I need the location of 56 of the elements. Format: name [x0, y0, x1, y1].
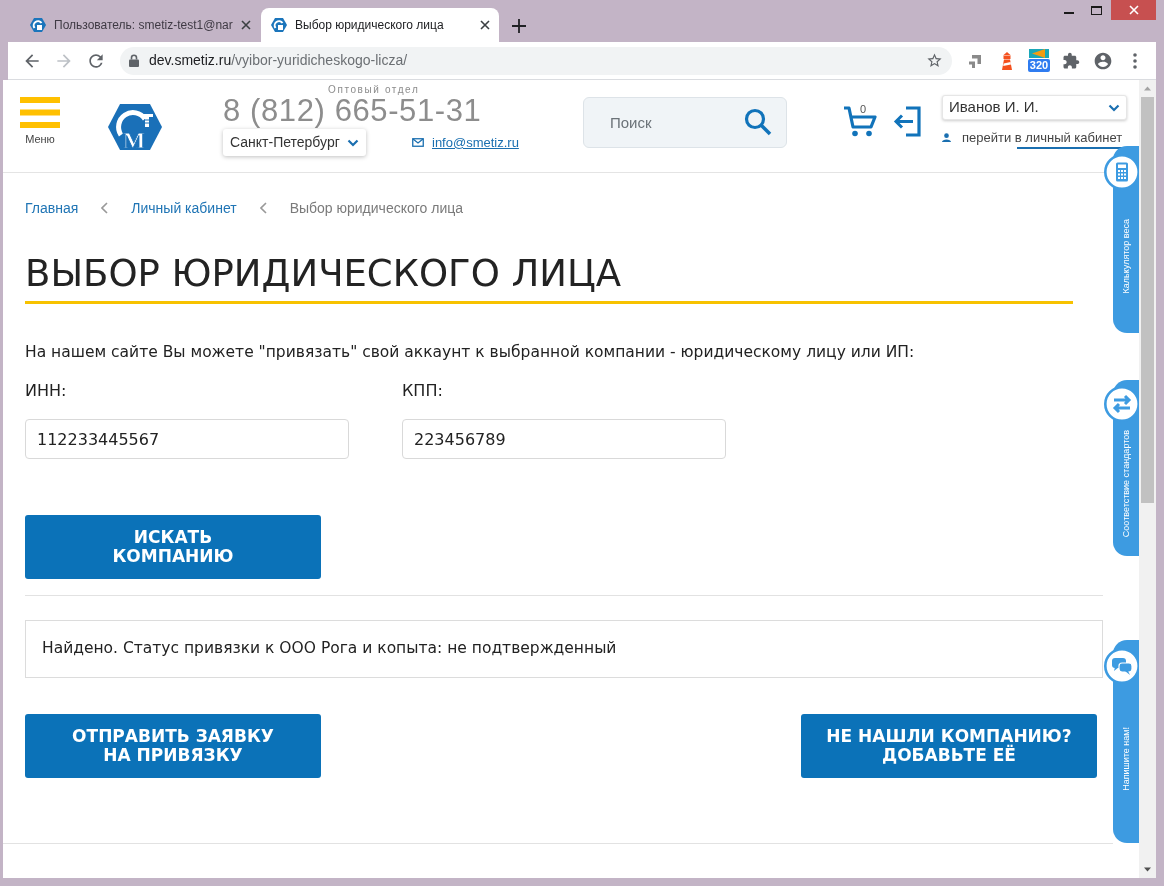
input-field[interactable]: 112233445567 — [25, 419, 349, 459]
chevron-down-icon — [347, 138, 359, 147]
chevron-left-icon — [101, 202, 109, 214]
address-bar[interactable]: dev.smetiz.ru/vyibor-yuridicheskogo-licza/ — [120, 46, 952, 75]
intro-text: На нашем сайте Вы можете "привязать" свой аккаунт к выбранной компании - юридическому лицу или ИП: — [25, 342, 915, 363]
lighthouse-icon[interactable] — [1000, 51, 1014, 70]
chat-icon[interactable] — [1104, 648, 1139, 684]
puzzle-icon[interactable] — [1062, 51, 1080, 70]
scrollbar-thumb[interactable] — [1141, 97, 1154, 503]
close-icon[interactable] — [480, 20, 490, 30]
breadcrumb-link[interactable]: Личный кабинет — [131, 200, 237, 216]
logo-icon — [30, 17, 46, 33]
page-title: ВЫБОР ЮРИДИЧЕСКОГО ЛИЦА — [25, 254, 622, 294]
menu-button[interactable]: Меню — [19, 97, 61, 146]
maximize-icon[interactable] — [1091, 6, 1102, 15]
input-field[interactable]: 223456789 — [402, 419, 726, 459]
search-field[interactable]: Поиск — [583, 97, 787, 148]
email-link[interactable]: info@smetiz.ru — [432, 132, 519, 153]
chevron-left-icon — [259, 202, 267, 214]
phone-caption: Оптовый отдел — [328, 85, 420, 95]
status-message: Найдено. Статус привязки к ООО Рога и копыта: не подтвержденный — [25, 620, 1103, 678]
breadcrumb-current: Выбор юридического лица — [289, 200, 464, 216]
action-button[interactable]: НЕ НАШЛИ КОМПАНИЮ? ДОБАВЬТЕ ЕЁ — [801, 714, 1097, 778]
window-close-button[interactable] — [1111, 0, 1156, 20]
search-icon[interactable] — [744, 108, 772, 136]
more-icon[interactable] — [1133, 52, 1137, 69]
logout-icon[interactable] — [893, 106, 921, 137]
person-icon — [942, 133, 951, 142]
mail-icon — [412, 138, 424, 147]
city-dropdown[interactable]: Санкт-Петербург — [223, 129, 366, 156]
search-company-button[interactable]: ИСКАТЬ КОМПАНИЮ — [25, 515, 321, 579]
browser-tab[interactable]: Выбор юридического лица — [261, 8, 499, 42]
lock-icon — [129, 54, 139, 67]
cabinet-link[interactable]: перейти в личный кабинет — [962, 130, 1123, 145]
close-icon[interactable] — [240, 20, 251, 30]
field-label: КПП: — [402, 381, 443, 401]
star-icon[interactable] — [926, 52, 943, 69]
exchange-arrows-icon[interactable] — [1104, 386, 1139, 422]
arrows-icon[interactable] — [967, 52, 983, 69]
logo-icon — [271, 17, 287, 33]
action-button[interactable]: ОТПРАВИТЬ ЗАЯВКУ НА ПРИВЯЗКУ — [25, 714, 321, 778]
calculator-icon[interactable] — [1104, 154, 1139, 190]
profile-icon[interactable] — [1093, 50, 1113, 71]
url-text[interactable]: dev.smetiz.ru/vyibor-yuridicheskogo-licza/ — [149, 50, 408, 71]
scrollbar[interactable] — [1139, 80, 1156, 878]
browser-tab[interactable]: Пользователь: smetiz-test1@nar — [20, 8, 258, 42]
field-label: ИНН: — [25, 381, 67, 401]
cart-count: 0 — [860, 103, 867, 115]
extension-counter[interactable]: 320 — [1028, 59, 1050, 72]
logo[interactable]: М — [108, 104, 162, 150]
cart-icon[interactable] — [843, 106, 877, 137]
chevron-down-icon — [1108, 103, 1120, 112]
user-dropdown[interactable]: Иванов И. И. — [942, 95, 1127, 120]
plus-icon[interactable] — [512, 19, 526, 33]
phone-number[interactable]: 8 (812) 665-51-31 — [223, 96, 527, 126]
breadcrumb-link[interactable]: Главная — [25, 200, 79, 216]
